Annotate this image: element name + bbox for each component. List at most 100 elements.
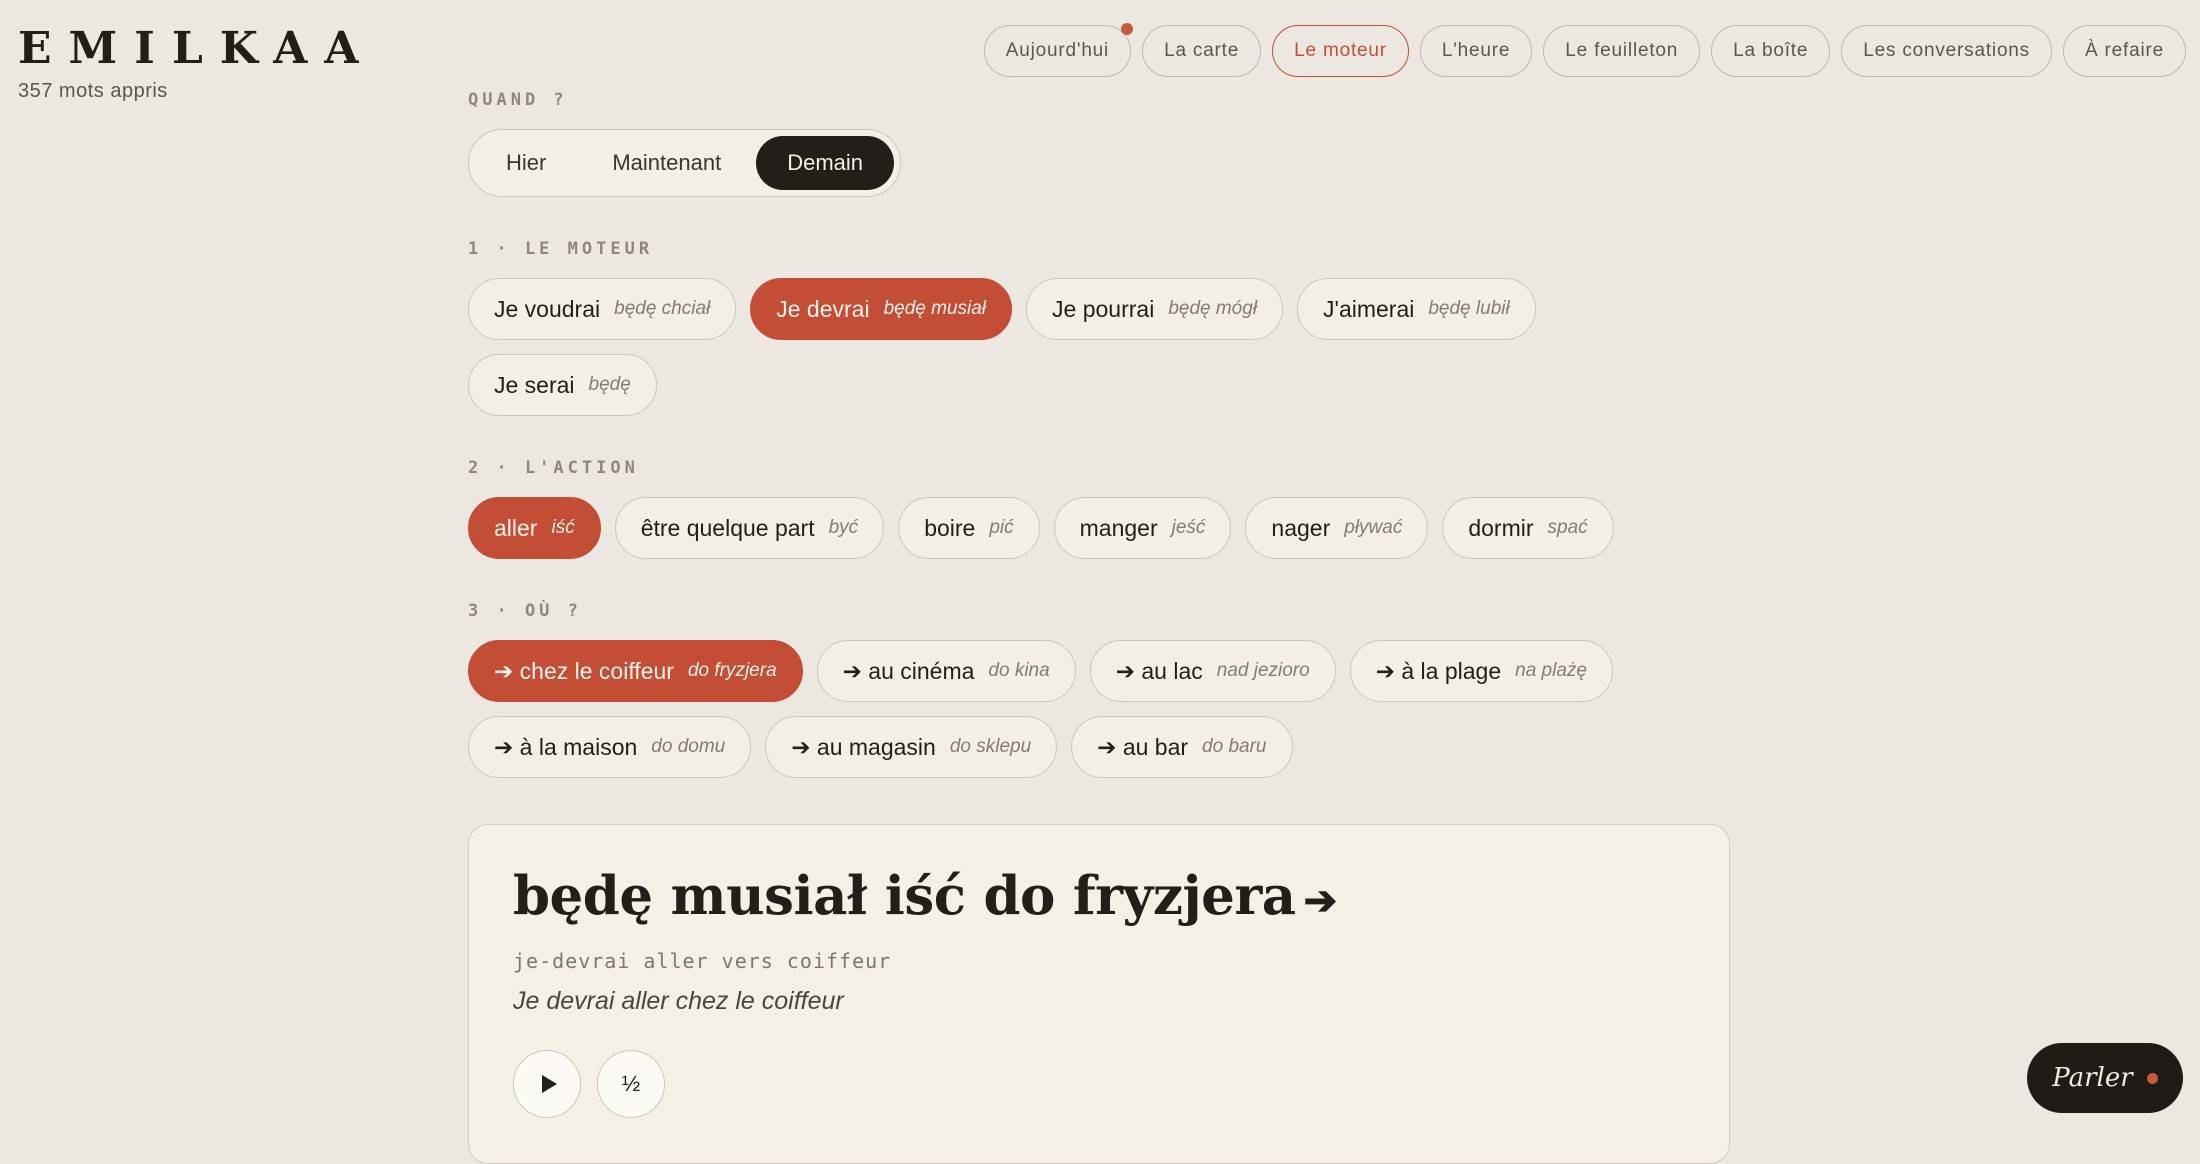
nav-conversations[interactable]: Les conversations — [1841, 25, 2052, 77]
chip-french: être quelque part — [640, 514, 815, 541]
where-section: 3 · OÙ ? ➔ chez le coiffeur do fryzjera ➔… — [468, 601, 1730, 778]
action-section: 2 · L'ACTION aller iść être quelque part b… — [468, 458, 1730, 559]
nav-time[interactable]: L'heure — [1419, 25, 1533, 77]
where-chip[interactable]: ➔ à la maison do domu — [468, 716, 752, 778]
chip-french: boire — [924, 514, 976, 541]
chip-polish: będę lubił — [1428, 298, 1510, 319]
arrow-right-icon: ➔ — [1303, 877, 1338, 924]
half-speed-button[interactable]: ½ — [597, 1050, 665, 1118]
engine-chip[interactable]: Je pourrai będę mógł — [1026, 278, 1284, 340]
chip-polish: będę mógł — [1168, 298, 1258, 319]
when-tomorrow[interactable]: Demain — [756, 136, 895, 190]
chip-french: ➔ au cinéma — [842, 657, 975, 684]
chip-polish: być — [828, 517, 859, 538]
chip-french: manger — [1079, 514, 1158, 541]
where-chip[interactable]: ➔ au magasin do sklepu — [765, 716, 1058, 778]
engine-section: 1 · LE MOTEUR Je voudrai będę chciał Je d… — [468, 239, 1730, 416]
play-icon — [541, 1075, 557, 1093]
word-gloss: je-devrai aller vers coiffeur — [513, 949, 892, 973]
chip-polish: pić — [989, 517, 1014, 538]
nav-engine[interactable]: Le moteur — [1272, 25, 1409, 77]
when-now[interactable]: Maintenant — [581, 136, 752, 190]
nav-redo[interactable]: À refaire — [2062, 25, 2186, 77]
action-chip[interactable]: manger jeść — [1053, 497, 1232, 559]
action-chip[interactable]: boire pić — [898, 497, 1040, 559]
chip-french: Je voudrai — [494, 295, 601, 322]
notification-dot — [1121, 23, 1134, 35]
result-phrase: będę musiał iść do fryzjera ➔ — [513, 865, 1685, 927]
result-phrase-text: będę musiał iść do fryzjera — [513, 865, 1296, 927]
where-chips: ➔ chez le coiffeur do fryzjera ➔ au ciném… — [468, 640, 1730, 778]
where-chip[interactable]: ➔ chez le coiffeur do fryzjera — [468, 640, 803, 702]
chip-french: Je serai — [494, 371, 575, 398]
nav-label: La boîte — [1733, 40, 1809, 61]
words-learned-count: 357 mots appris — [18, 80, 168, 102]
nav-today[interactable]: Aujourd'hui — [983, 23, 1134, 77]
action-label: 2 · L'ACTION — [468, 458, 639, 478]
chip-polish: jeść — [1171, 517, 1206, 538]
chip-french: ➔ au bar — [1097, 733, 1189, 760]
nav-box[interactable]: La boîte — [1711, 25, 1831, 77]
nav-label: La carte — [1164, 40, 1240, 61]
playback-controls: ½ — [513, 1050, 1685, 1118]
chip-french: nager — [1271, 514, 1331, 541]
when-label: QUAND ? — [468, 90, 568, 110]
chip-french: ➔ à la plage — [1375, 657, 1502, 684]
result-card: będę musiał iść do fryzjera ➔ je-devrai a… — [468, 824, 1730, 1164]
where-chip[interactable]: ➔ au lac nad jezioro — [1089, 640, 1336, 702]
chip-polish: będę chciał — [614, 298, 711, 319]
play-button[interactable] — [513, 1050, 581, 1118]
chip-polish: do sklepu — [949, 736, 1032, 757]
where-chip[interactable]: ➔ à la plage na plażę — [1349, 640, 1613, 702]
engine-chips: Je voudrai będę chciał Je devrai będę musi… — [468, 278, 1730, 416]
chip-french: Je devrai — [776, 295, 870, 322]
nav-label: Le feuilleton — [1565, 40, 1679, 61]
nav-label: Aujourd'hui — [1005, 40, 1110, 61]
engine-chip[interactable]: Je voudrai będę chciał — [468, 278, 737, 340]
chip-polish: do fryzjera — [687, 660, 777, 681]
engine-chip[interactable]: J'aimerai będę lubił — [1297, 278, 1536, 340]
action-chip[interactable]: dormir spać — [1442, 497, 1614, 559]
chip-french: dormir — [1468, 514, 1534, 541]
main-nav: Aujourd'hui La carte Le moteur L'heure L… — [983, 23, 2186, 77]
engine-label: 1 · LE MOTEUR — [468, 239, 654, 259]
when-toggle: Hier Maintenant Demain — [468, 129, 902, 197]
chip-polish: iść — [551, 517, 575, 538]
nav-label: Les conversations — [1863, 40, 2030, 61]
where-chip[interactable]: ➔ au cinéma do kina — [816, 640, 1076, 702]
when-yesterday[interactable]: Hier — [475, 136, 577, 190]
record-dot-icon — [2146, 1072, 2158, 1084]
speak-label: Parler — [2052, 1063, 2133, 1093]
engine-chip[interactable]: Je devrai będę musiał — [750, 278, 1013, 340]
action-chip[interactable]: être quelque part być — [614, 497, 885, 559]
speak-button[interactable]: Parler — [2027, 1043, 2183, 1113]
chip-french: aller — [494, 514, 538, 541]
chip-french: ➔ à la maison — [494, 733, 638, 760]
action-chips: aller iść être quelque part być boire pić m… — [468, 497, 1730, 559]
nav-label: L'heure — [1441, 40, 1511, 61]
chip-french: Je pourrai — [1052, 295, 1155, 322]
chip-polish: spać — [1547, 517, 1588, 538]
where-label: 3 · OÙ ? — [468, 601, 582, 621]
nav-map[interactable]: La carte — [1142, 25, 1262, 77]
chip-polish: do baru — [1202, 736, 1267, 757]
chip-polish: będę musiał — [883, 298, 987, 319]
nav-serial[interactable]: Le feuilleton — [1543, 25, 1701, 77]
chip-french: ➔ au magasin — [791, 733, 936, 760]
chip-polish: do kina — [988, 660, 1050, 681]
engine-chip[interactable]: Je serai będę — [468, 354, 657, 416]
nav-label: Le moteur — [1294, 40, 1387, 61]
chip-polish: pływać — [1344, 517, 1403, 538]
action-chip[interactable]: nager pływać — [1245, 497, 1429, 559]
nav-label: À refaire — [2084, 40, 2164, 61]
chip-french: J'aimerai — [1323, 295, 1415, 322]
where-chip[interactable]: ➔ au bar do baru — [1071, 716, 1293, 778]
chip-french: ➔ au lac — [1115, 657, 1203, 684]
chip-polish: nad jezioro — [1216, 660, 1310, 681]
brand: EMILKAA 357 mots appris — [18, 22, 376, 103]
action-chip[interactable]: aller iść — [468, 497, 601, 559]
chip-polish: będę — [588, 374, 631, 395]
sentence-builder: QUAND ? Hier Maintenant Demain 1 · LE MO… — [468, 90, 1730, 778]
chip-polish: do domu — [651, 736, 726, 757]
app-logo: EMILKAA — [18, 23, 376, 74]
